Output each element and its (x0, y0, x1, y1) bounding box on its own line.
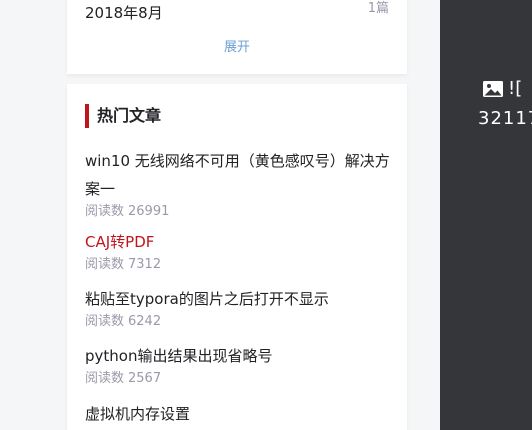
read-count-label: 阅读数 (85, 314, 125, 329)
article-meta: 阅读数 26991 (85, 203, 395, 221)
article-title-link[interactable]: win10 无线网络不可用（黄色感叹号）解决方案一 (85, 147, 395, 203)
article-meta: 阅读数 6242 (85, 313, 395, 331)
article-meta: 阅读数 7312 (85, 256, 395, 274)
list-item: 粘贴至typora的图片之后打开不显示 阅读数 6242 (85, 285, 395, 331)
list-item: CAJ转PDF 阅读数 7312 (85, 228, 395, 274)
article-title-link[interactable]: 粘贴至typora的图片之后打开不显示 (85, 285, 395, 313)
read-count-label: 阅读数 (85, 204, 125, 219)
archive-count: 1篇 (367, 1, 389, 16)
list-item: win10 无线网络不可用（黄色感叹号）解决方案一 阅读数 26991 (85, 147, 395, 221)
preview-line-1: ![ (482, 78, 522, 99)
list-item: 虚拟机内存设置 (85, 400, 395, 428)
article-title-link[interactable]: 虚拟机内存设置 (85, 400, 395, 428)
hot-articles-header: 热门文章 (85, 104, 161, 128)
read-count-label: 阅读数 (85, 371, 125, 386)
hot-articles-title: 热门文章 (97, 106, 162, 125)
hot-articles-card: 热门文章 win10 无线网络不可用（黄色感叹号）解决方案一 阅读数 26991 … (67, 84, 407, 430)
content-preview-panel: ![ 32117 (440, 0, 532, 430)
accent-bar (85, 104, 89, 128)
article-title-link[interactable]: python输出结果出现省略号 (85, 342, 395, 370)
read-count: 2567 (128, 371, 162, 386)
read-count: 6242 (128, 314, 162, 329)
read-count-label: 阅读数 (85, 257, 125, 272)
preview-text-1: ![ (508, 78, 523, 99)
expand-button[interactable]: 展开 (67, 39, 407, 57)
read-count: 7312 (128, 257, 162, 272)
archive-month[interactable]: 2018年8月 (85, 1, 163, 25)
preview-text-2: 32117 (478, 108, 532, 129)
archive-card: 2018年8月 1篇 展开 (67, 0, 407, 74)
read-count: 26991 (128, 204, 170, 219)
page: 2018年8月 1篇 展开 热门文章 win10 无线网络不可用（黄色感叹号）解… (0, 0, 532, 430)
article-meta: 阅读数 2567 (85, 370, 395, 388)
archive-row[interactable]: 2018年8月 1篇 (85, 1, 389, 25)
image-icon (482, 79, 504, 99)
list-item: python输出结果出现省略号 阅读数 2567 (85, 342, 395, 388)
article-title-link[interactable]: CAJ转PDF (85, 228, 395, 256)
